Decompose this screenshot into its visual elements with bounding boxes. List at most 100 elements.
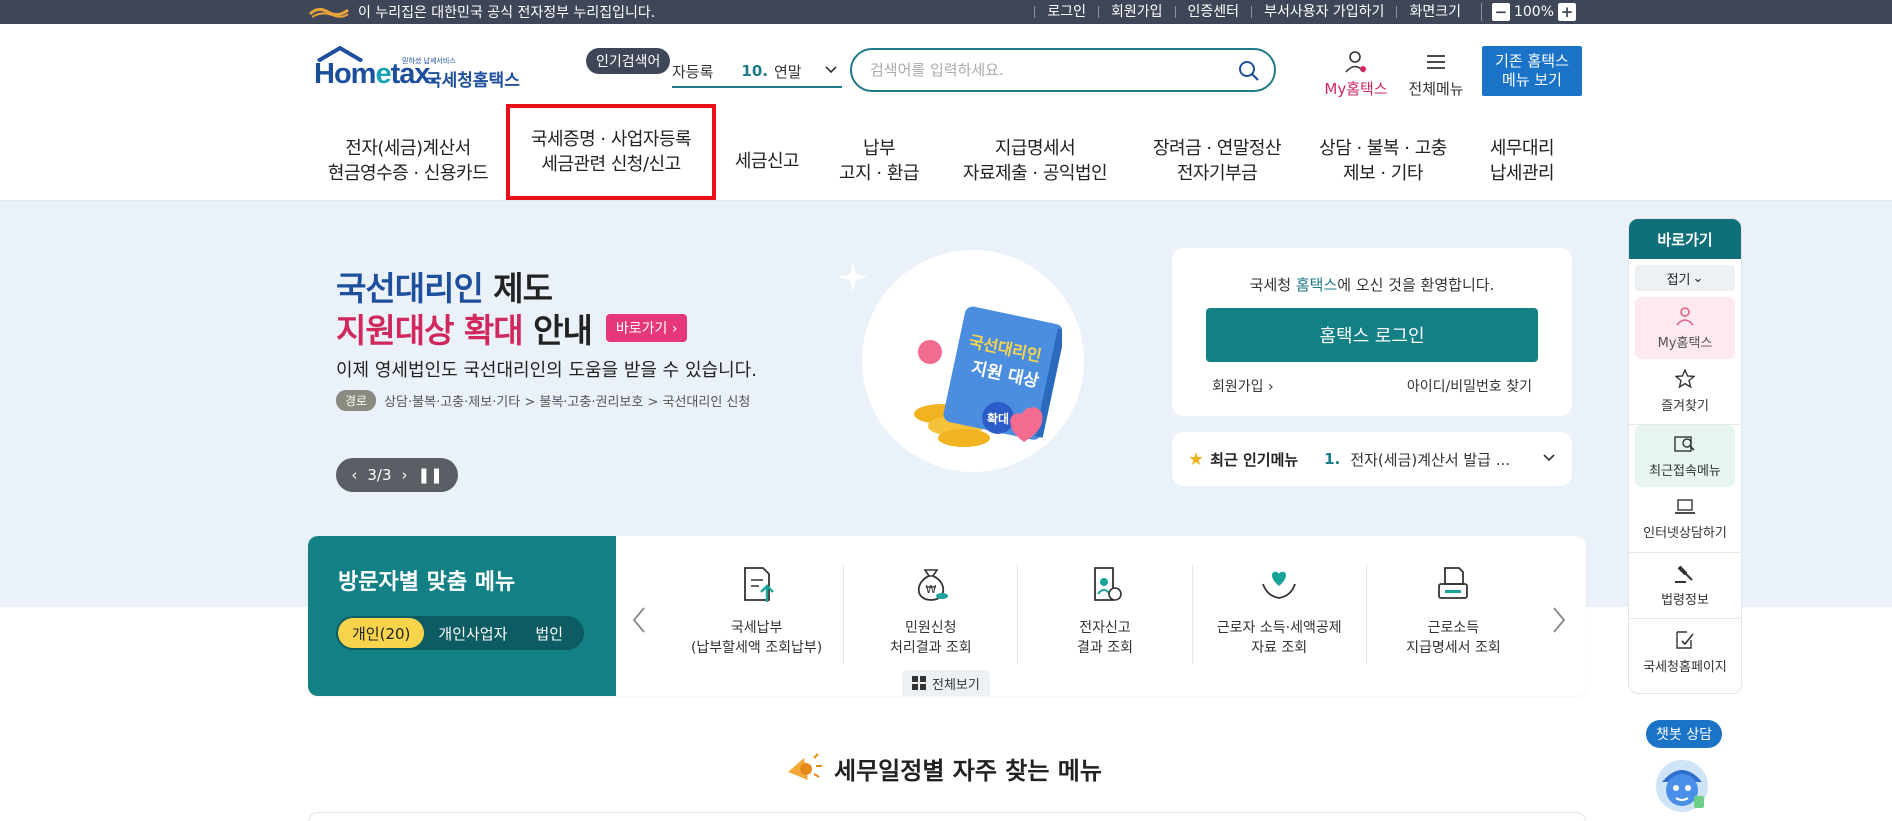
fold-button[interactable]: 접기 ⌄ bbox=[1635, 265, 1735, 291]
hero-title-line1: 국선대리인 제도 bbox=[336, 269, 553, 308]
pager-pause-icon[interactable]: ❚❚ bbox=[418, 466, 443, 484]
nav-e-invoice[interactable]: 전자(세금)계산서 현금영수증 · 신용카드 bbox=[310, 128, 506, 194]
nav-payment-statement[interactable]: 지급명세서 자료제출 · 공익법인 bbox=[940, 128, 1130, 194]
all-menu-button[interactable]: 전체메뉴 bbox=[1404, 50, 1468, 99]
nav-incentive-settlement[interactable]: 장려금 · 연말정산 전자기부금 bbox=[1130, 128, 1304, 194]
gov-notice-text: 이 누리집은 대한민국 공식 전자정부 누리집입니다. bbox=[358, 5, 656, 21]
chevron-down-icon bbox=[1543, 454, 1555, 462]
login-card: 국세청 홈택스에 오신 것을 환영합니다. 홈택스 로그인 회원가입 › 아이디… bbox=[1172, 248, 1572, 416]
hero-subtitle: 이제 영세법인도 국선대리인의 도움을 받을 수 있습니다. bbox=[336, 360, 757, 381]
hero-title-line2: 지원대상 확대 안내 바로가기 › bbox=[336, 304, 688, 352]
pager-next-icon[interactable]: › bbox=[402, 466, 408, 484]
search-icon[interactable] bbox=[1238, 60, 1260, 82]
screen-size-label: 화면크기 bbox=[1396, 5, 1473, 19]
tax-payment-icon bbox=[743, 567, 774, 602]
tab-sole-proprietor[interactable]: 개인사업자 bbox=[424, 618, 521, 648]
hometax-logo[interactable]: 믿하셨 납세서비스 Hometax. 국세청홈택스 bbox=[310, 46, 528, 98]
schedule-section-title: 세무일정별 자주 찾는 메뉴 bbox=[784, 750, 1102, 786]
money-bag-icon: ₩ bbox=[917, 569, 948, 601]
pager-count: 3/3 bbox=[367, 466, 392, 484]
visitor-menu: 방문자별 맞춤 메뉴 개인(20) 개인사업자 법인 국세납부 (납부할세액 조회… bbox=[308, 536, 1586, 696]
book-illustration-icon: 국선대리인 지원 대상 확대 bbox=[914, 306, 1062, 447]
view-all-button[interactable]: 전체보기 bbox=[902, 670, 990, 696]
pager-prev-icon[interactable]: ‹ bbox=[351, 466, 357, 484]
zoom-out-button[interactable]: − bbox=[1491, 3, 1510, 21]
nav-certificate-registration[interactable]: 국세증명 · 사업자등록 세금관련 신청/신고 bbox=[506, 104, 716, 200]
chatbot-label[interactable]: 챗봇 상담 bbox=[1646, 720, 1722, 748]
nav-consult-appeal[interactable]: 상담 · 불복 · 고충 제보 · 기타 bbox=[1304, 128, 1462, 194]
svg-text:확대: 확대 bbox=[987, 411, 1009, 426]
megaphone-bell-icon bbox=[788, 753, 822, 780]
visitor-menu-items: 국세납부 (납부할세액 조회납부) ₩ 민원신청 처리결과 조회 전자신고 결과 조회… bbox=[670, 564, 1540, 664]
find-id-password-link[interactable]: 아이디/비밀번호 찾기 bbox=[1407, 376, 1532, 396]
quick-recent-menu[interactable]: 최근접속메뉴 bbox=[1635, 425, 1735, 487]
search-bar bbox=[850, 48, 1276, 92]
my-hometax-button[interactable]: My홈택스 bbox=[1320, 50, 1392, 99]
nav-payment[interactable]: 납부 고지 · 환급 bbox=[818, 128, 940, 194]
hero-go-button[interactable]: 바로가기 › bbox=[605, 314, 688, 342]
path-text: 상담·불복·고충·제보·기타 > 불복·고충·권리보호 > 국선대리인 신청 bbox=[384, 395, 751, 410]
edit-document-icon bbox=[1676, 630, 1694, 649]
recent-search-icon bbox=[1674, 435, 1695, 452]
cert-center-link[interactable]: 인증센터 bbox=[1174, 5, 1252, 19]
quick-nts-homepage[interactable]: 국세청홈페이지 bbox=[1629, 619, 1741, 685]
printer-doc-icon bbox=[1438, 567, 1469, 599]
laptop-icon bbox=[1675, 499, 1695, 514]
visitor-type-tabs: 개인(20) 개인사업자 법인 bbox=[336, 616, 584, 650]
recent-popular-menu[interactable]: ★ 최근 인기메뉴 1. 전자(세금)계산서 발급 ... bbox=[1172, 432, 1572, 486]
hometax-login-button[interactable]: 홈택스 로그인 bbox=[1206, 308, 1538, 362]
visitor-menu-title: 방문자별 맞춤 메뉴 bbox=[338, 570, 516, 595]
hero-path: 경로 상담·불복·고충·제보·기타 > 불복·고충·권리보호 > 국선대리인 신… bbox=[336, 390, 750, 411]
grid-icon bbox=[912, 676, 926, 690]
gov-emblem-icon bbox=[308, 7, 349, 18]
user-icon bbox=[1676, 306, 1694, 326]
banner-pager: ‹ 3/3 › ❚❚ bbox=[336, 458, 458, 492]
star-outline-icon bbox=[1675, 369, 1695, 389]
signup-link[interactable]: 회원가입 › bbox=[1212, 376, 1274, 396]
quick-internet-consult[interactable]: 인터넷상담하기 bbox=[1629, 487, 1741, 553]
star-icon: ★ bbox=[1188, 448, 1205, 470]
logo-korean: 국세청홈택스 bbox=[426, 71, 520, 91]
quick-link-bar: 바로가기 접기 ⌄ My홈택스 즐겨찾기 최근접속메뉴 인터넷상담하기 법령정보 … bbox=[1628, 218, 1742, 694]
login-link[interactable]: 로그인 bbox=[1034, 5, 1098, 19]
document-person-icon bbox=[1094, 567, 1122, 601]
dept-join-link[interactable]: 부서사용자 가입하기 bbox=[1251, 5, 1396, 19]
tab-individual[interactable]: 개인(20) bbox=[338, 618, 425, 648]
tab-corporation[interactable]: 법인 bbox=[521, 618, 577, 648]
nav-tax-agent[interactable]: 세무대리 납세관리 bbox=[1462, 128, 1582, 194]
svg-text:₩: ₩ bbox=[925, 583, 936, 596]
zoom-level: 100% bbox=[1513, 4, 1554, 20]
chevron-left-icon[interactable] bbox=[630, 606, 650, 634]
welcome-text: 국세청 홈택스에 오신 것을 환영합니다. bbox=[1249, 276, 1495, 294]
gov-notice-bar: 이 누리집은 대한민국 공식 전자정부 누리집입니다. 로그인 회원가입 인증센… bbox=[0, 0, 1892, 24]
visitor-menu-panel: 방문자별 맞춤 메뉴 개인(20) 개인사업자 법인 bbox=[308, 536, 616, 696]
classic-menu-button[interactable]: 기존 홈택스 메뉴 보기 bbox=[1482, 46, 1582, 96]
chevron-right-icon[interactable] bbox=[1548, 606, 1568, 634]
search-input[interactable] bbox=[870, 61, 1230, 79]
chevron-down-icon bbox=[825, 66, 837, 74]
join-link[interactable]: 회원가입 bbox=[1098, 5, 1175, 19]
menu-earned-income[interactable]: 근로소득 지급명세서 조회 bbox=[1365, 564, 1540, 664]
main-nav: 전자(세금)계산서 현금영수증 · 신용카드 국세증명 · 사업자등록 세금관련 신… bbox=[310, 104, 1582, 200]
chatbot-mascot-icon[interactable] bbox=[1654, 756, 1710, 814]
menu-civil-request[interactable]: ₩ 민원신청 처리결과 조회 bbox=[843, 564, 1017, 664]
nav-tax-filing[interactable]: 세금신고 bbox=[716, 128, 818, 194]
menu-tax-payment[interactable]: 국세납부 (납부할세액 조회납부) bbox=[670, 564, 843, 664]
heart-hands-icon bbox=[1262, 571, 1297, 599]
zoom-in-button[interactable]: + bbox=[1558, 3, 1576, 21]
quick-bar-title: 바로가기 bbox=[1629, 219, 1741, 259]
hamburger-menu-icon bbox=[1427, 55, 1445, 69]
logo-wordmark: Hometax. bbox=[314, 58, 438, 90]
path-tag: 경로 bbox=[336, 390, 377, 411]
menu-e-filing[interactable]: 전자신고 결과 조회 bbox=[1017, 564, 1191, 664]
popular-search-badge: 인기검색어 bbox=[586, 48, 671, 74]
menu-deduction-data[interactable]: 근로자 소득·세액공제 자료 조회 bbox=[1191, 564, 1366, 664]
quick-favorites[interactable]: 즐겨찾기 bbox=[1629, 359, 1741, 425]
quick-my-hometax[interactable]: My홈택스 bbox=[1635, 297, 1735, 359]
user-icon bbox=[1345, 51, 1366, 73]
sparkle-icon bbox=[838, 262, 868, 292]
schedule-card bbox=[308, 812, 1586, 821]
quick-law-info[interactable]: 법령정보 bbox=[1629, 553, 1741, 619]
gavel-icon bbox=[1675, 565, 1693, 583]
popular-search-dropdown[interactable]: 자등록 10. 연말 bbox=[672, 56, 842, 88]
